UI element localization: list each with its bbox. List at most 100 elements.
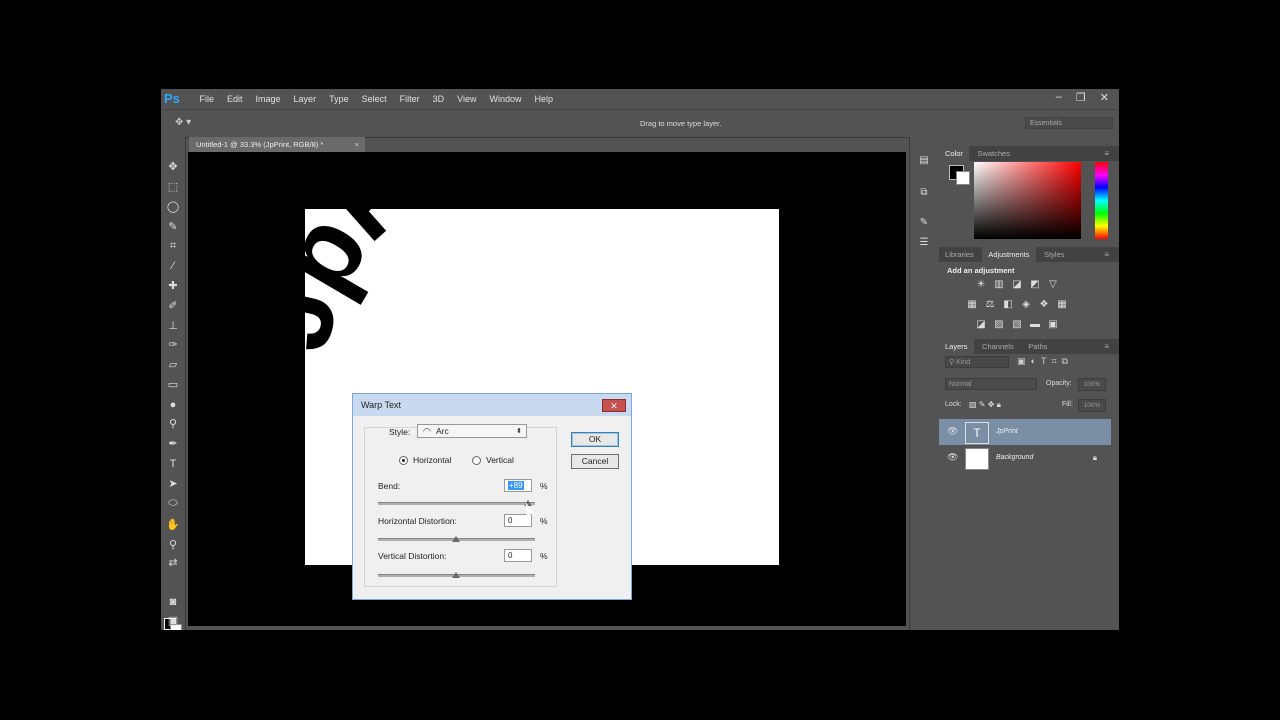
lasso-tool-icon[interactable]: ◯ [165, 199, 181, 215]
style-select[interactable]: ◠ Arc ⬍ [417, 424, 527, 438]
visibility-eye-icon[interactable]: 👁︎ [947, 426, 958, 437]
document-tab[interactable]: Untitled-1 @ 33.3% (JpPrint, RGB/8) * × [189, 137, 365, 152]
photo-filter-icon[interactable]: ◈ [1020, 299, 1032, 311]
tab-channels[interactable]: Channels [976, 339, 1020, 354]
shape-filter-icon[interactable]: ⌗ [1051, 356, 1056, 367]
channel-mixer-icon[interactable]: ❖ [1038, 299, 1050, 311]
horizontal-label[interactable]: Horizontal [413, 455, 451, 465]
blend-mode-select[interactable]: Normal [945, 378, 1037, 390]
healing-tool-icon[interactable]: ✚ [165, 278, 181, 294]
black-white-icon[interactable]: ◧ [1002, 299, 1014, 311]
menu-image[interactable]: Image [249, 94, 287, 104]
smart-filter-icon[interactable]: ⧉ [1062, 356, 1068, 367]
screen-mode-icon[interactable]: ▣ [165, 613, 181, 629]
opacity-input[interactable]: 100% [1078, 378, 1106, 391]
menu-edit[interactable]: Edit [221, 94, 250, 104]
path-select-tool-icon[interactable]: ➤ [165, 476, 181, 492]
visibility-eye-icon[interactable]: 👁︎ [947, 452, 958, 463]
dialog-titlebar[interactable]: Warp Text ✕ [353, 394, 631, 416]
layer-kind-filter[interactable]: ⚲ Kind [945, 356, 1009, 368]
color-panel-background[interactable] [956, 171, 970, 185]
panel-menu-icon[interactable]: ≡ [1098, 146, 1115, 161]
vibrance-icon[interactable]: ▽ [1047, 279, 1059, 291]
zoom-tool-icon[interactable]: ⚲ [165, 537, 181, 553]
history-panel-icon[interactable]: ▤ [917, 155, 931, 169]
quick-mask-icon[interactable]: ◙ [165, 594, 181, 610]
hue-slider[interactable] [1095, 162, 1108, 239]
menu-file[interactable]: File [193, 94, 221, 104]
exposure-icon[interactable]: ◩ [1029, 279, 1041, 291]
panel-menu-icon[interactable]: ≡ [1098, 339, 1115, 354]
lock-icons[interactable]: ▧ ✎ ✥ 🔒︎ [969, 400, 1001, 410]
dialog-close-button[interactable]: ✕ [602, 399, 626, 412]
menu-window[interactable]: Window [483, 94, 528, 104]
color-field[interactable] [974, 162, 1081, 239]
posterize-icon[interactable]: ▨ [993, 319, 1005, 331]
menu-view[interactable]: View [451, 94, 483, 104]
menu-select[interactable]: Select [355, 94, 393, 104]
properties-panel-icon[interactable]: ⧉ [917, 187, 931, 201]
vertical-radio[interactable] [472, 456, 481, 465]
horizontal-distortion-input[interactable]: 0 [504, 514, 532, 527]
cancel-button[interactable]: Cancel [571, 454, 619, 469]
close-button[interactable]: ✕ [1100, 91, 1109, 104]
tab-paths[interactable]: Paths [1022, 339, 1053, 354]
horizontal-radio[interactable] [399, 456, 408, 465]
eyedropper-tool-icon[interactable]: ⁄ [165, 258, 181, 274]
bend-slider[interactable] [378, 502, 535, 505]
swap-colors-icon[interactable]: ⇄ [165, 555, 181, 571]
dodge-tool-icon[interactable]: ⚲ [165, 416, 181, 432]
invert-icon[interactable]: ◪ [975, 319, 987, 331]
menu-filter[interactable]: Filter [393, 94, 426, 104]
hand-tool-icon[interactable]: ✋ [165, 517, 181, 533]
tab-swatches[interactable]: Swatches [971, 146, 1016, 161]
gradient-tool-icon[interactable]: ▭ [165, 377, 181, 393]
stamp-tool-icon[interactable]: ⊥ [165, 318, 181, 334]
brightness-icon[interactable]: ☀ [975, 279, 987, 291]
tab-layers[interactable]: Layers [939, 339, 974, 354]
pen-tool-icon[interactable]: ✒ [165, 436, 181, 452]
minimize-button[interactable]: – [1056, 91, 1062, 104]
shape-tool-icon[interactable]: ⬭ [165, 495, 181, 511]
tab-color[interactable]: Color [939, 146, 969, 161]
hue-saturation-icon[interactable]: ▦ [966, 299, 978, 311]
adjustment-filter-icon[interactable]: ◐ [1031, 356, 1036, 367]
levels-icon[interactable]: ▥ [993, 279, 1005, 291]
menu-type[interactable]: Type [323, 94, 356, 104]
type-filter-icon[interactable]: T [1041, 356, 1047, 367]
history-brush-tool-icon[interactable]: ✑ [165, 337, 181, 353]
crop-tool-icon[interactable]: ⌗ [165, 238, 181, 254]
document-close-icon[interactable]: × [355, 137, 359, 152]
quick-select-tool-icon[interactable]: ✎ [165, 219, 181, 235]
gradient-map-icon[interactable]: ▬ [1029, 319, 1041, 331]
brush-tool-icon[interactable]: ✐ [165, 298, 181, 314]
eraser-tool-icon[interactable]: ▱ [165, 357, 181, 373]
blur-tool-icon[interactable]: ● [165, 397, 181, 413]
fill-input[interactable]: 100% [1078, 399, 1106, 412]
menu-help[interactable]: Help [528, 94, 560, 104]
selective-color-icon[interactable]: ▣ [1047, 319, 1059, 331]
menu-3d[interactable]: 3D [426, 94, 451, 104]
move-tool-preset-icon[interactable]: ✥ ▾ [175, 117, 191, 128]
type-tool-icon[interactable]: T [165, 456, 181, 472]
restore-button[interactable]: ❐ [1076, 91, 1086, 104]
tab-styles[interactable]: Styles [1038, 247, 1070, 262]
move-tool-icon[interactable]: ✥ [165, 159, 181, 175]
ok-button[interactable]: OK [571, 432, 619, 447]
color-balance-icon[interactable]: ⚖ [984, 299, 996, 311]
menu-layer[interactable]: Layer [287, 94, 323, 104]
tab-libraries[interactable]: Libraries [939, 247, 980, 262]
tab-adjustments[interactable]: Adjustments [982, 247, 1036, 262]
vertical-label[interactable]: Vertical [486, 455, 514, 465]
character-panel-icon[interactable]: ☰ [917, 237, 931, 251]
marquee-tool-icon[interactable]: ⬚ [165, 179, 181, 195]
hdist-slider-thumb[interactable] [452, 536, 460, 542]
pixel-filter-icon[interactable]: ▣ [1017, 356, 1026, 367]
layer-row-jpprint[interactable]: 👁︎ T JpPrint [939, 419, 1111, 445]
brush-panel-icon[interactable]: ✎ [917, 217, 931, 231]
threshold-icon[interactable]: ▧ [1011, 319, 1023, 331]
curves-icon[interactable]: ◪ [1011, 279, 1023, 291]
panel-menu-icon[interactable]: ≡ [1098, 247, 1115, 262]
workspace-select[interactable]: Essentials [1025, 117, 1113, 129]
color-lookup-icon[interactable]: ▦ [1056, 299, 1068, 311]
